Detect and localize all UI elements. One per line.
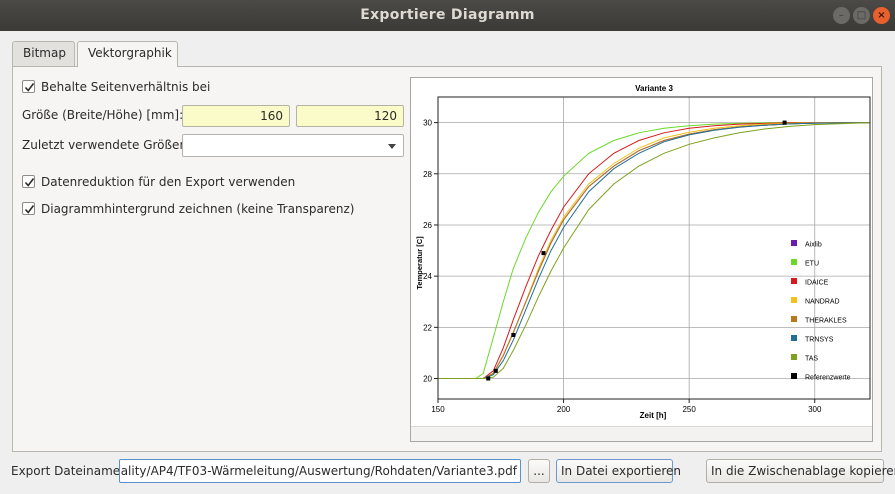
x-tick-label: 300	[808, 405, 822, 414]
export-filename-label: Export Dateiname:	[11, 464, 125, 478]
width-field[interactable]: 160	[182, 105, 290, 127]
window-title: Exportiere Diagramm	[360, 7, 535, 23]
y-tick-label: 24	[423, 272, 432, 281]
tab-bitmap[interactable]: Bitmap	[12, 41, 75, 66]
legend-swatch	[791, 373, 797, 379]
reference-marker	[782, 120, 787, 125]
legend-label: IDAICE	[805, 280, 829, 287]
legend-swatch	[791, 240, 797, 246]
chart-preview: Variante 3 Zeit [h] Temperatur [C] 150 20…	[410, 77, 873, 442]
chart-background	[411, 78, 872, 427]
legend-swatch	[791, 354, 797, 360]
draw-background-label: Diagrammhintergrund zeichnen (keine Tran…	[41, 202, 355, 216]
copy-clipboard-button[interactable]: In die Zwischenablage kopieren	[706, 459, 895, 483]
chart-title: Variante 3	[635, 84, 673, 93]
keep-aspect-label: Behalte Seitenverhältnis bei	[41, 80, 211, 94]
legend-swatch	[791, 259, 797, 265]
keep-aspect-checkbox[interactable]	[22, 80, 35, 93]
recent-sizes-dropdown[interactable]	[182, 134, 404, 157]
y-tick-label: 20	[423, 375, 432, 384]
chart-svg: Variante 3 Zeit [h] Temperatur [C] 150 20…	[411, 78, 872, 441]
minimize-icon[interactable]: –	[833, 7, 850, 24]
checkmark-icon	[24, 205, 35, 214]
reference-marker	[541, 251, 546, 256]
reference-marker	[511, 333, 516, 338]
checkmark-icon	[24, 83, 35, 92]
export-file-button[interactable]: In Datei exportieren	[556, 459, 681, 483]
chart-footer	[411, 427, 872, 441]
height-field[interactable]: 120	[296, 105, 404, 127]
legend-label: TAS	[805, 356, 818, 363]
size-label: Größe (Breite/Höhe) [mm]:	[22, 108, 184, 122]
x-tick-label: 150	[431, 405, 445, 414]
close-icon[interactable]: ×	[873, 7, 890, 24]
recent-sizes-label: Zuletzt verwendete Größen:	[22, 138, 192, 152]
data-reduction-checkbox[interactable]	[22, 175, 35, 188]
browse-button[interactable]: ...	[528, 459, 550, 483]
legend-label: Referenzwerte	[805, 375, 851, 382]
y-tick-label: 26	[423, 221, 432, 230]
legend-swatch	[791, 297, 797, 303]
reference-marker	[493, 368, 498, 373]
chart-ylabel: Temperatur [C]	[415, 236, 424, 290]
legend-swatch	[791, 316, 797, 322]
legend-label: Aixlib	[805, 242, 822, 249]
legend-swatch	[791, 278, 797, 284]
legend-label: NANDRAD	[805, 299, 840, 306]
checkmark-icon	[24, 178, 35, 187]
maximize-icon[interactable]: □	[853, 7, 870, 24]
y-tick-label: 28	[423, 170, 432, 179]
tab-vektorgraphik[interactable]: Vektorgraphik	[77, 41, 178, 67]
window-titlebar: Exportiere Diagramm – □ ×	[0, 0, 895, 31]
legend-label: TRNSYS	[805, 337, 834, 344]
export-filename-field[interactable]: mQuality/AP4/TF03-Wärmeleitung/Auswertun…	[119, 459, 521, 483]
y-tick-label: 30	[423, 119, 432, 128]
reference-marker	[486, 376, 491, 381]
legend-label: THERAKLES	[805, 318, 847, 325]
legend-label: ETU	[805, 261, 819, 268]
chart-xlabel: Zeit [h]	[640, 411, 667, 420]
legend-swatch	[791, 335, 797, 341]
x-tick-label: 250	[682, 405, 696, 414]
x-tick-label: 200	[557, 405, 571, 414]
draw-background-checkbox[interactable]	[22, 202, 35, 215]
export-filename-value: mQuality/AP4/TF03-Wärmeleitung/Auswertun…	[119, 464, 517, 478]
chevron-down-icon	[388, 144, 396, 149]
data-reduction-label: Datenreduktion für den Export verwenden	[41, 175, 296, 189]
y-tick-label: 22	[423, 323, 432, 332]
